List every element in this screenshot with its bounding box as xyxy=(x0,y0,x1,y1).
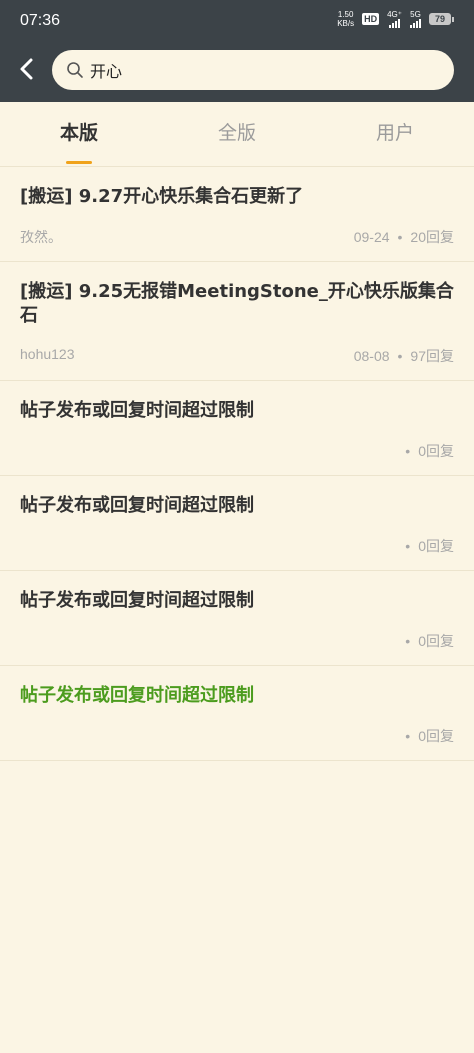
post-date: 08-08 xyxy=(353,348,390,364)
post-title: 帖子发布或回复时间超过限制 xyxy=(20,590,254,611)
status-time: 07:36 xyxy=(20,12,61,29)
tab-users[interactable]: 用户 xyxy=(316,102,474,166)
search-icon xyxy=(67,62,83,78)
speed-unit: KB/s xyxy=(337,19,355,28)
network-4g-label: 4G⁺ xyxy=(387,10,402,19)
network-speed: 1.50 KB/s xyxy=(337,10,354,28)
tab-this-board[interactable]: 本版 xyxy=(0,102,158,166)
post-title: 帖子发布或回复时间超过限制 xyxy=(20,495,254,516)
post-author: hohu123 xyxy=(20,346,75,362)
post-item[interactable]: 帖子发布或回复时间超过限制 • 0回复 xyxy=(0,476,474,571)
post-item[interactable]: [搬运] 9.27开心快乐集合石更新了 孜然。 09-24 • 20回复 xyxy=(0,167,474,262)
post-meta-right: 08-08 • 97回复 xyxy=(353,348,454,364)
post-item[interactable]: 帖子发布或回复时间超过限制 • 0回复 xyxy=(0,381,474,476)
post-meta-right: • 0回复 xyxy=(405,443,454,459)
post-replies: 0回复 xyxy=(418,538,454,554)
back-button[interactable] xyxy=(14,56,40,82)
post-meta: hohu123 08-08 • 97回复 xyxy=(20,346,454,380)
tab-bar: 本版 全版 用户 xyxy=(0,102,474,167)
chevron-left-icon xyxy=(20,58,33,80)
post-meta: 孜然。 09-24 • 20回复 xyxy=(20,227,454,261)
post-meta-right: 09-24 • 20回复 xyxy=(353,229,454,245)
post-item[interactable]: 帖子发布或回复时间超过限制 • 0回复 xyxy=(0,666,474,761)
post-list: [搬运] 9.27开心快乐集合石更新了 孜然。 09-24 • 20回复 [搬运] … xyxy=(0,167,474,761)
post-replies: 0回复 xyxy=(418,633,454,649)
signal-4g-icon: 4G⁺ xyxy=(387,10,402,28)
search-header: 开心 xyxy=(0,44,474,102)
post-replies: 97回复 xyxy=(410,348,454,364)
post-item[interactable]: 帖子发布或回复时间超过限制 • 0回复 xyxy=(0,571,474,666)
tab-all-boards[interactable]: 全版 xyxy=(158,102,316,166)
post-item[interactable]: [搬运] 9.25无报错MeetingStone_开心快乐版集合石 hohu12… xyxy=(0,262,474,381)
battery-level: 79 xyxy=(429,13,451,25)
battery-icon: 79 xyxy=(429,13,454,25)
search-query: 开心 xyxy=(90,62,123,81)
post-title: 帖子发布或回复时间超过限制 xyxy=(20,400,254,421)
post-meta: • 0回复 xyxy=(20,631,454,665)
post-author: 孜然。 xyxy=(20,229,62,245)
signal-5g-icon: 5G xyxy=(410,10,421,28)
status-icons: 1.50 KB/s HD 4G⁺ 5G 79 xyxy=(337,10,454,28)
post-title: [搬运] 9.25无报错MeetingStone_开心快乐版集合石 xyxy=(20,281,454,326)
post-date: 09-24 xyxy=(353,229,390,245)
post-replies: 20回复 xyxy=(410,229,454,245)
post-replies: 0回复 xyxy=(418,728,454,744)
post-title: 帖子发布或回复时间超过限制 xyxy=(20,685,254,706)
post-meta-right: • 0回复 xyxy=(405,538,454,554)
post-meta-right: • 0回复 xyxy=(405,633,454,649)
post-meta: • 0回复 xyxy=(20,441,454,475)
search-input[interactable]: 开心 xyxy=(52,50,454,90)
network-5g-label: 5G xyxy=(410,10,421,19)
post-meta: • 0回复 xyxy=(20,726,454,760)
speed-value: 1.50 xyxy=(337,10,354,19)
post-replies: 0回复 xyxy=(418,443,454,459)
status-bar: 07:36 1.50 KB/s HD 4G⁺ 5G 79 xyxy=(0,0,474,44)
post-meta: • 0回复 xyxy=(20,536,454,570)
post-meta-right: • 0回复 xyxy=(405,728,454,744)
post-title: [搬运] 9.27开心快乐集合石更新了 xyxy=(20,186,304,207)
hd-icon: HD xyxy=(362,13,380,25)
